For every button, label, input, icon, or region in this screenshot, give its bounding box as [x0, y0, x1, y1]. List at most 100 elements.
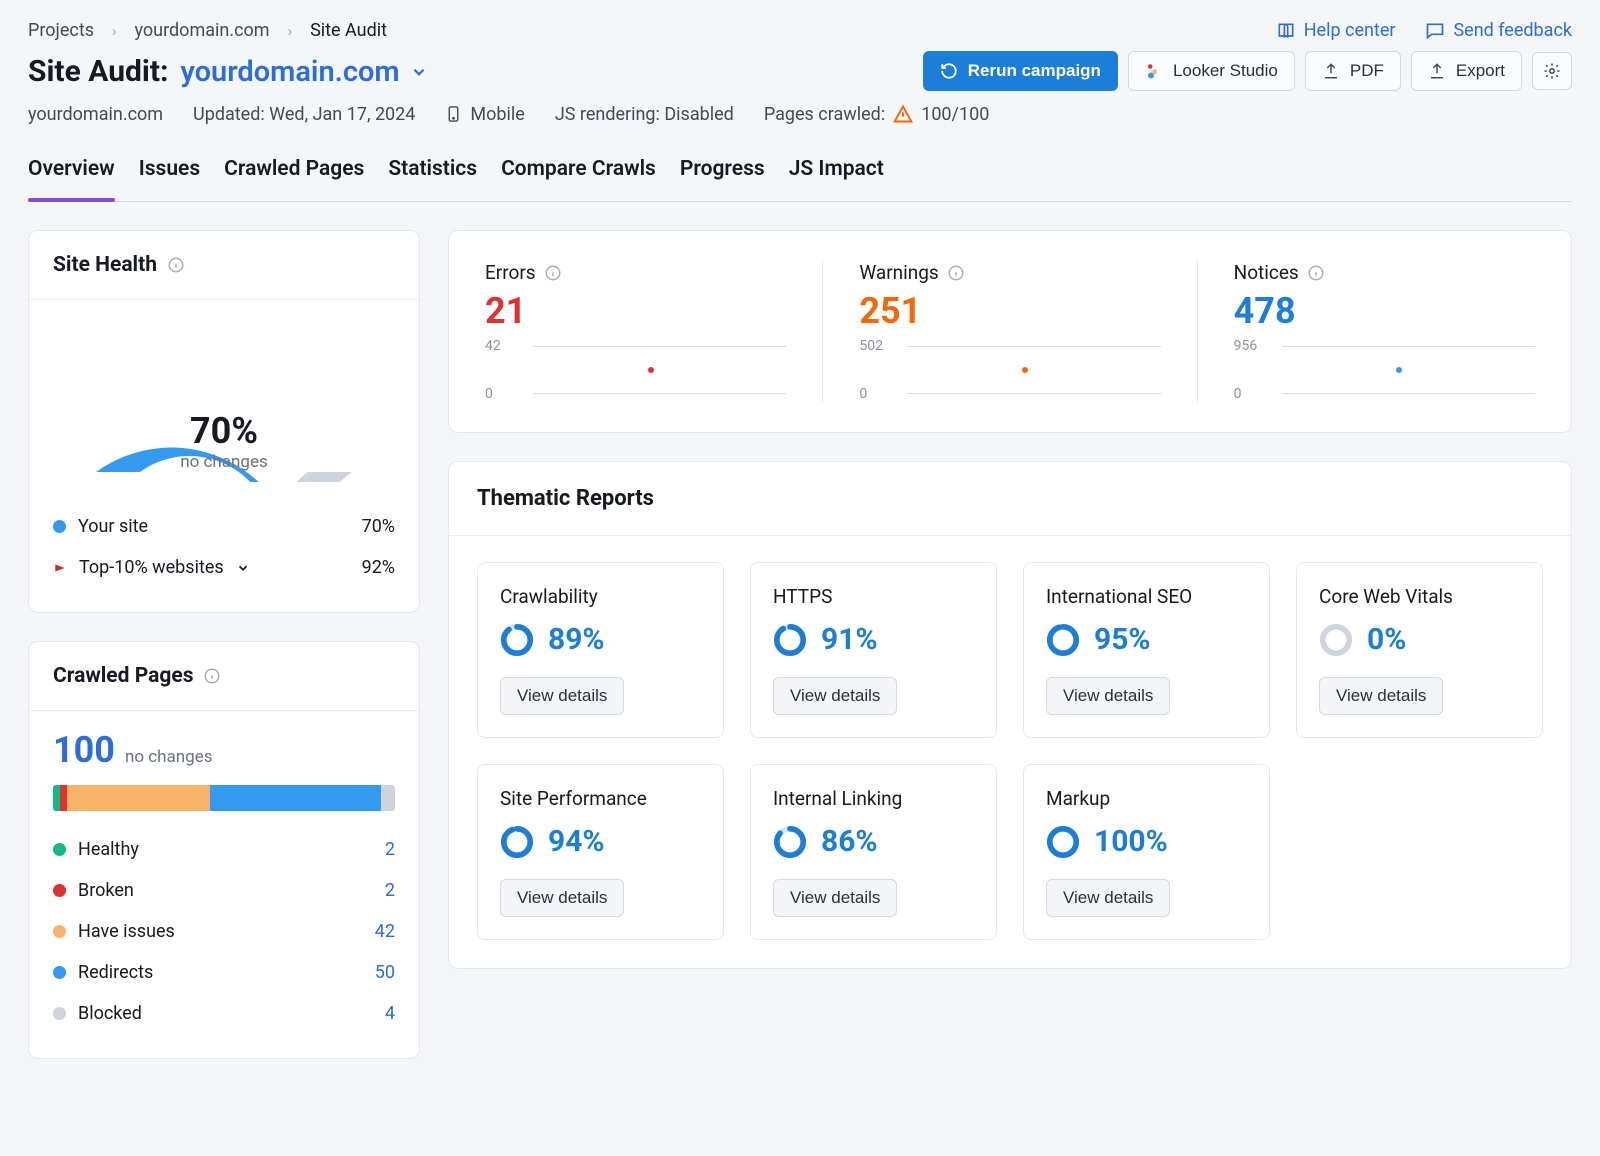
donut-icon: [1319, 623, 1353, 657]
crawled-item-broken[interactable]: Broken 2: [53, 870, 395, 911]
crawled-pages-card: Crawled Pages 100 no changes Healthy2Bro…: [28, 641, 420, 1059]
thematic-pct: 91%: [821, 622, 878, 657]
thematic-pct: 86%: [821, 824, 878, 859]
send-feedback-link[interactable]: Send feedback: [1425, 20, 1572, 41]
gear-icon: [1543, 62, 1561, 80]
warnings-col: Warnings 251 502 0: [822, 261, 1196, 402]
crawled-item-value: 4: [359, 1003, 395, 1024]
dot-icon: [53, 925, 66, 938]
notices-sparkline: 956 0: [1234, 338, 1535, 402]
thematic-name: HTTPS: [773, 585, 974, 608]
spark-point-icon: [1022, 367, 1028, 373]
tab-issues[interactable]: Issues: [139, 157, 200, 201]
view-details-button[interactable]: View details: [773, 677, 897, 715]
dot-icon: [53, 884, 66, 897]
view-details-button[interactable]: View details: [773, 879, 897, 917]
tab-compare-crawls[interactable]: Compare Crawls: [501, 157, 656, 201]
crawled-item-value: 42: [359, 921, 395, 942]
crawled-item-value: 50: [359, 962, 395, 983]
spark-point-icon: [1396, 367, 1402, 373]
your-site-pct: 70%: [362, 516, 395, 537]
crawled-item-value: 2: [359, 880, 395, 901]
warning-triangle-icon: [893, 104, 913, 124]
crawled-bar-chart: [53, 785, 395, 811]
crawled-item-redirects[interactable]: Redirects50: [53, 952, 395, 993]
errors-col: Errors 21 42 0: [449, 261, 822, 402]
domain-selector[interactable]: yourdomain.com: [180, 55, 427, 89]
crawled-item-label: Blocked: [78, 1003, 142, 1024]
export-button[interactable]: Export: [1411, 51, 1522, 91]
notices-value: 478: [1234, 290, 1535, 332]
donut-icon: [500, 623, 534, 657]
thematic-pct: 94%: [548, 824, 605, 859]
thematic-https: HTTPS 91% View details: [750, 562, 997, 738]
crawled-item-blocked[interactable]: Blocked 4: [53, 993, 395, 1034]
donut-icon: [500, 825, 534, 859]
thematic-site-performance: Site Performance 94% View details: [477, 764, 724, 940]
info-icon[interactable]: [947, 264, 965, 282]
crawled-total: 100: [53, 729, 115, 771]
mobile-icon: [445, 103, 462, 125]
thematic-name: Site Performance: [500, 787, 701, 810]
errors-title: Errors: [485, 261, 536, 284]
looker-studio-button[interactable]: Looker Studio: [1128, 51, 1295, 91]
your-site-label: Your site: [78, 516, 148, 537]
view-details-button[interactable]: View details: [500, 879, 624, 917]
view-details-button[interactable]: View details: [500, 677, 624, 715]
info-icon[interactable]: [1307, 264, 1325, 282]
tab-overview[interactable]: Overview: [28, 157, 115, 201]
marker-icon: [53, 561, 67, 575]
card-title: Thematic Reports: [449, 462, 1571, 536]
chat-icon: [1425, 21, 1445, 41]
dot-icon: [53, 1007, 66, 1020]
help-center-link[interactable]: Help center: [1276, 20, 1396, 41]
notices-col: Notices 478 956 0: [1197, 261, 1571, 402]
info-icon[interactable]: [544, 264, 562, 282]
crawled-item-value: 2: [359, 839, 395, 860]
thematic-core-web-vitals: Core Web Vitals 0% View details: [1296, 562, 1543, 738]
tab-js-impact[interactable]: JS Impact: [789, 157, 884, 201]
settings-button[interactable]: [1532, 52, 1572, 90]
looker-icon: [1145, 62, 1163, 80]
view-details-button[interactable]: View details: [1046, 677, 1170, 715]
breadcrumb-root[interactable]: Projects: [28, 20, 94, 41]
thematic-pct: 95%: [1094, 622, 1151, 657]
top10-label[interactable]: Top-10% websites: [79, 557, 224, 578]
crawled-item-have-issues[interactable]: Have issues 42: [53, 911, 395, 952]
bar-segment-redirects: [210, 785, 381, 811]
meta-row: yourdomain.com Updated: Wed, Jan 17, 202…: [28, 103, 1572, 125]
crawled-item-label: Broken: [78, 880, 134, 901]
thematic-pct: 0%: [1367, 622, 1406, 657]
book-icon: [1276, 21, 1296, 41]
chevron-down-icon: [410, 63, 428, 81]
thematic-name: International SEO: [1046, 585, 1247, 608]
refresh-icon: [940, 62, 958, 80]
pdf-button[interactable]: PDF: [1305, 51, 1401, 91]
view-details-button[interactable]: View details: [1046, 879, 1170, 917]
info-icon[interactable]: [167, 256, 185, 274]
tab-statistics[interactable]: Statistics: [388, 157, 477, 201]
upload-icon: [1428, 62, 1446, 80]
site-health-card: Site Health 70% no changes: [28, 230, 420, 613]
meta-crawled: Pages crawled: 100/100: [764, 104, 990, 125]
bar-segment-blocked: [381, 785, 395, 811]
breadcrumb-current: Site Audit: [310, 20, 387, 41]
site-health-nochange: no changes: [74, 452, 374, 472]
chevron-right-icon: ›: [288, 22, 293, 40]
rerun-campaign-button[interactable]: Rerun campaign: [923, 51, 1118, 91]
donut-icon: [773, 825, 807, 859]
donut-icon: [1046, 623, 1080, 657]
donut-icon: [1046, 825, 1080, 859]
info-icon[interactable]: [203, 667, 221, 685]
tab-progress[interactable]: Progress: [680, 157, 765, 201]
errors-value: 21: [485, 290, 786, 332]
warnings-value: 251: [859, 290, 1160, 332]
chevron-down-icon[interactable]: [236, 561, 250, 575]
breadcrumb-domain[interactable]: yourdomain.com: [135, 20, 270, 41]
view-details-button[interactable]: View details: [1319, 677, 1443, 715]
crawled-item-label: Have issues: [78, 921, 175, 942]
spark-point-icon: [648, 367, 654, 373]
top10-pct: 92%: [362, 557, 395, 578]
tab-crawled-pages[interactable]: Crawled Pages: [224, 157, 364, 201]
crawled-item-healthy[interactable]: Healthy2: [53, 829, 395, 870]
